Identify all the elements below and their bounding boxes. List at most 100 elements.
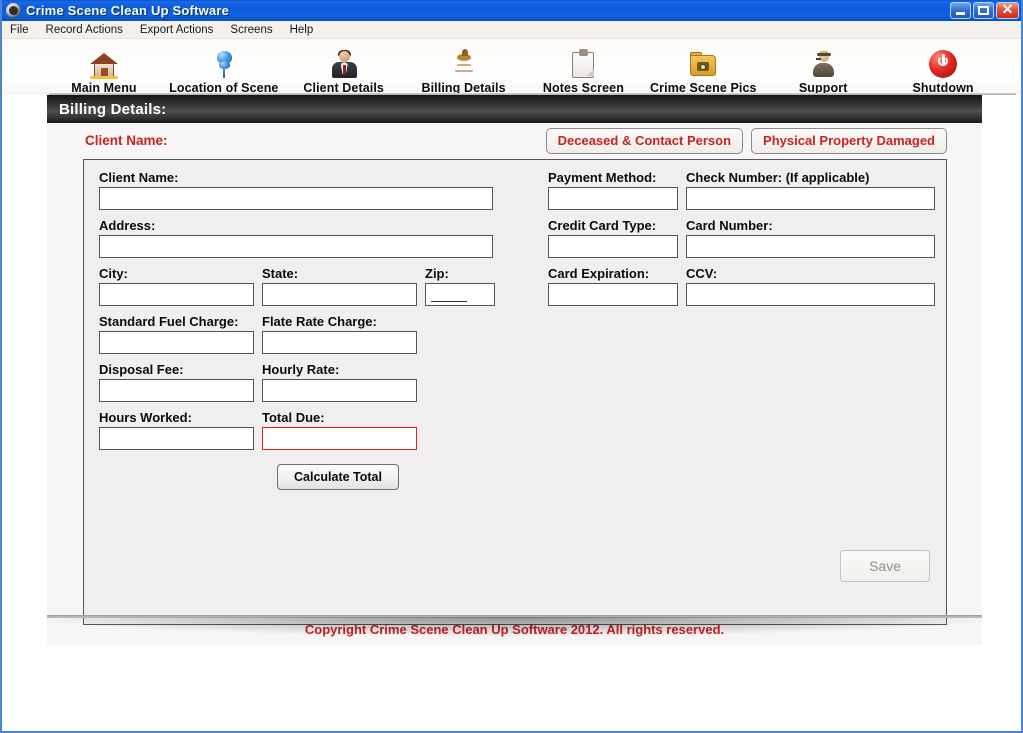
- menu-item-help[interactable]: Help: [290, 24, 314, 36]
- maximize-icon[interactable]: [973, 2, 994, 19]
- headset-person-icon: [807, 48, 839, 80]
- field-cell-check-number: Check Number: (If applicable): [686, 170, 935, 210]
- top-button-group: Deceased & Contact Person Physical Prope…: [545, 128, 947, 154]
- hours-worked-input[interactable]: [99, 427, 254, 450]
- label-hourly-rate: Hourly Rate:: [262, 362, 340, 377]
- field-group-city-state-zip: City: State: Zip:: [99, 266, 499, 306]
- field-cell-card-number: Card Number:: [686, 218, 935, 258]
- field-group-payment-check: Payment Method: Check Number: (If applic…: [548, 170, 935, 210]
- page-panel: Billing Details: Client Name: Deceased &…: [47, 95, 982, 731]
- label-flate-rate-charge: Flate Rate Charge:: [262, 314, 377, 329]
- field-cell-state: State:: [262, 266, 417, 306]
- disposal-fee-input[interactable]: [99, 379, 254, 402]
- field-cell-disposal-fee: Disposal Fee:: [99, 362, 254, 402]
- field-group-expiration-ccv: Card Expiration: CCV:: [548, 266, 935, 306]
- menu-item-record-actions[interactable]: Record Actions: [46, 24, 123, 36]
- field-cell-city: City:: [99, 266, 254, 306]
- save-button[interactable]: Save: [840, 550, 930, 582]
- label-city: City:: [99, 266, 128, 281]
- city-input[interactable]: [99, 283, 254, 306]
- toolbar-item-notes-screen[interactable]: Notes Screen: [524, 48, 644, 95]
- section-header: Billing Details:: [47, 95, 982, 123]
- payment-method-input[interactable]: [548, 187, 678, 210]
- label-ccv: CCV:: [686, 266, 718, 281]
- page-content: Client Name: Deceased & Contact Person P…: [47, 123, 982, 645]
- label-disposal-fee: Disposal Fee:: [99, 362, 184, 377]
- total-due-input[interactable]: [262, 427, 417, 450]
- field-group-address: Address:: [99, 218, 499, 258]
- menu-bar: File Record Actions Export Actions Scree…: [2, 21, 1021, 39]
- label-zip: Zip:: [425, 266, 449, 281]
- field-group-hours-total: Hours Worked: Total Due:: [99, 410, 499, 450]
- field-cell-zip: Zip:: [425, 266, 495, 306]
- check-number-input[interactable]: [686, 187, 935, 210]
- billing-form: Client Name: Address: City: State: Zip: …: [83, 159, 947, 625]
- toolbar-item-main-menu[interactable]: Main Menu: [44, 48, 164, 95]
- top-row: Client Name: Deceased & Contact Person P…: [47, 123, 982, 159]
- close-icon[interactable]: [996, 1, 1019, 19]
- field-group-cardtype-cardnumber: Credit Card Type: Card Number:: [548, 218, 935, 258]
- label-check-number: Check Number: (If applicable): [686, 170, 870, 185]
- field-group-fuel-flat: Standard Fuel Charge: Flate Rate Charge:: [99, 314, 499, 354]
- workspace: Main Menu Location of Scene Client Detai…: [2, 39, 1021, 731]
- toolbar-item-shutdown[interactable]: Shutdown: [883, 48, 1003, 95]
- field-cell-ccv: CCV:: [686, 266, 935, 306]
- save-button-wrapper: Save: [840, 550, 930, 582]
- copyright-text: Copyright Crime Scene Clean Up Software …: [304, 622, 725, 637]
- field-cell-hours-worked: Hours Worked:: [99, 410, 254, 450]
- field-cell-standard-fuel-charge: Standard Fuel Charge:: [99, 314, 254, 354]
- client-name-heading: Client Name:: [85, 133, 168, 148]
- application-window: Crime Scene Clean Up Software File Recor…: [0, 0, 1023, 733]
- hourly-rate-input[interactable]: [262, 379, 417, 402]
- form-column-right: Payment Method: Check Number: (If applic…: [548, 170, 935, 314]
- credit-card-type-input[interactable]: [548, 235, 678, 258]
- ccv-input[interactable]: [686, 283, 935, 306]
- toolbar-item-client-details[interactable]: Client Details: [284, 48, 404, 95]
- label-standard-fuel-charge: Standard Fuel Charge:: [99, 314, 239, 329]
- navigation-toolbar: Main Menu Location of Scene Client Detai…: [4, 39, 1021, 95]
- money-bag-icon: [448, 48, 480, 80]
- toolbar-item-billing-details[interactable]: Billing Details: [404, 48, 524, 95]
- label-total-due: Total Due:: [262, 410, 325, 425]
- toolbar-item-location-of-scene[interactable]: Location of Scene: [164, 48, 284, 95]
- state-input[interactable]: [262, 283, 417, 306]
- menu-item-file[interactable]: File: [10, 24, 29, 36]
- app-icon: [6, 3, 21, 18]
- standard-fuel-charge-input[interactable]: [99, 331, 254, 354]
- label-client-name: Client Name:: [99, 170, 179, 185]
- calculate-total-wrapper: Calculate Total: [277, 464, 499, 490]
- field-cell-total-due: Total Due:: [262, 410, 417, 450]
- field-cell-flate-rate-charge: Flate Rate Charge:: [262, 314, 417, 354]
- minimize-icon[interactable]: [950, 2, 971, 19]
- menu-item-export-actions[interactable]: Export Actions: [140, 24, 214, 36]
- client-name-input[interactable]: [99, 187, 493, 210]
- calculate-total-button[interactable]: Calculate Total: [277, 464, 399, 490]
- map-pin-icon: [208, 48, 240, 80]
- field-group-disposal-hourly: Disposal Fee: Hourly Rate:: [99, 362, 499, 402]
- physical-property-damaged-button[interactable]: Physical Property Damaged: [751, 128, 947, 154]
- person-suit-icon: [328, 48, 360, 80]
- deceased-contact-person-button[interactable]: Deceased & Contact Person: [545, 128, 744, 154]
- flate-rate-charge-input[interactable]: [262, 331, 417, 354]
- label-address: Address:: [99, 218, 156, 233]
- toolbar-item-support[interactable]: Support: [763, 48, 883, 95]
- zip-input[interactable]: [425, 283, 495, 306]
- window-controls: [950, 1, 1019, 19]
- home-icon: [88, 48, 120, 80]
- folder-camera-icon: [687, 48, 719, 80]
- card-expiration-input[interactable]: [548, 283, 678, 306]
- window-title: Crime Scene Clean Up Software: [26, 3, 230, 18]
- label-state: State:: [262, 266, 299, 281]
- field-cell-card-expiration: Card Expiration:: [548, 266, 678, 306]
- label-payment-method: Payment Method:: [548, 170, 657, 185]
- label-credit-card-type: Credit Card Type:: [548, 218, 657, 233]
- card-number-input[interactable]: [686, 235, 935, 258]
- clipboard-icon: [567, 48, 599, 80]
- toolbar-item-crime-scene-pics[interactable]: Crime Scene Pics: [643, 48, 763, 95]
- panel-bottom-edge: [47, 615, 982, 618]
- label-hours-worked: Hours Worked:: [99, 410, 192, 425]
- menu-item-screens[interactable]: Screens: [230, 24, 272, 36]
- address-input[interactable]: [99, 235, 493, 258]
- field-cell-credit-card-type: Credit Card Type:: [548, 218, 678, 258]
- title-bar: Crime Scene Clean Up Software: [2, 0, 1021, 21]
